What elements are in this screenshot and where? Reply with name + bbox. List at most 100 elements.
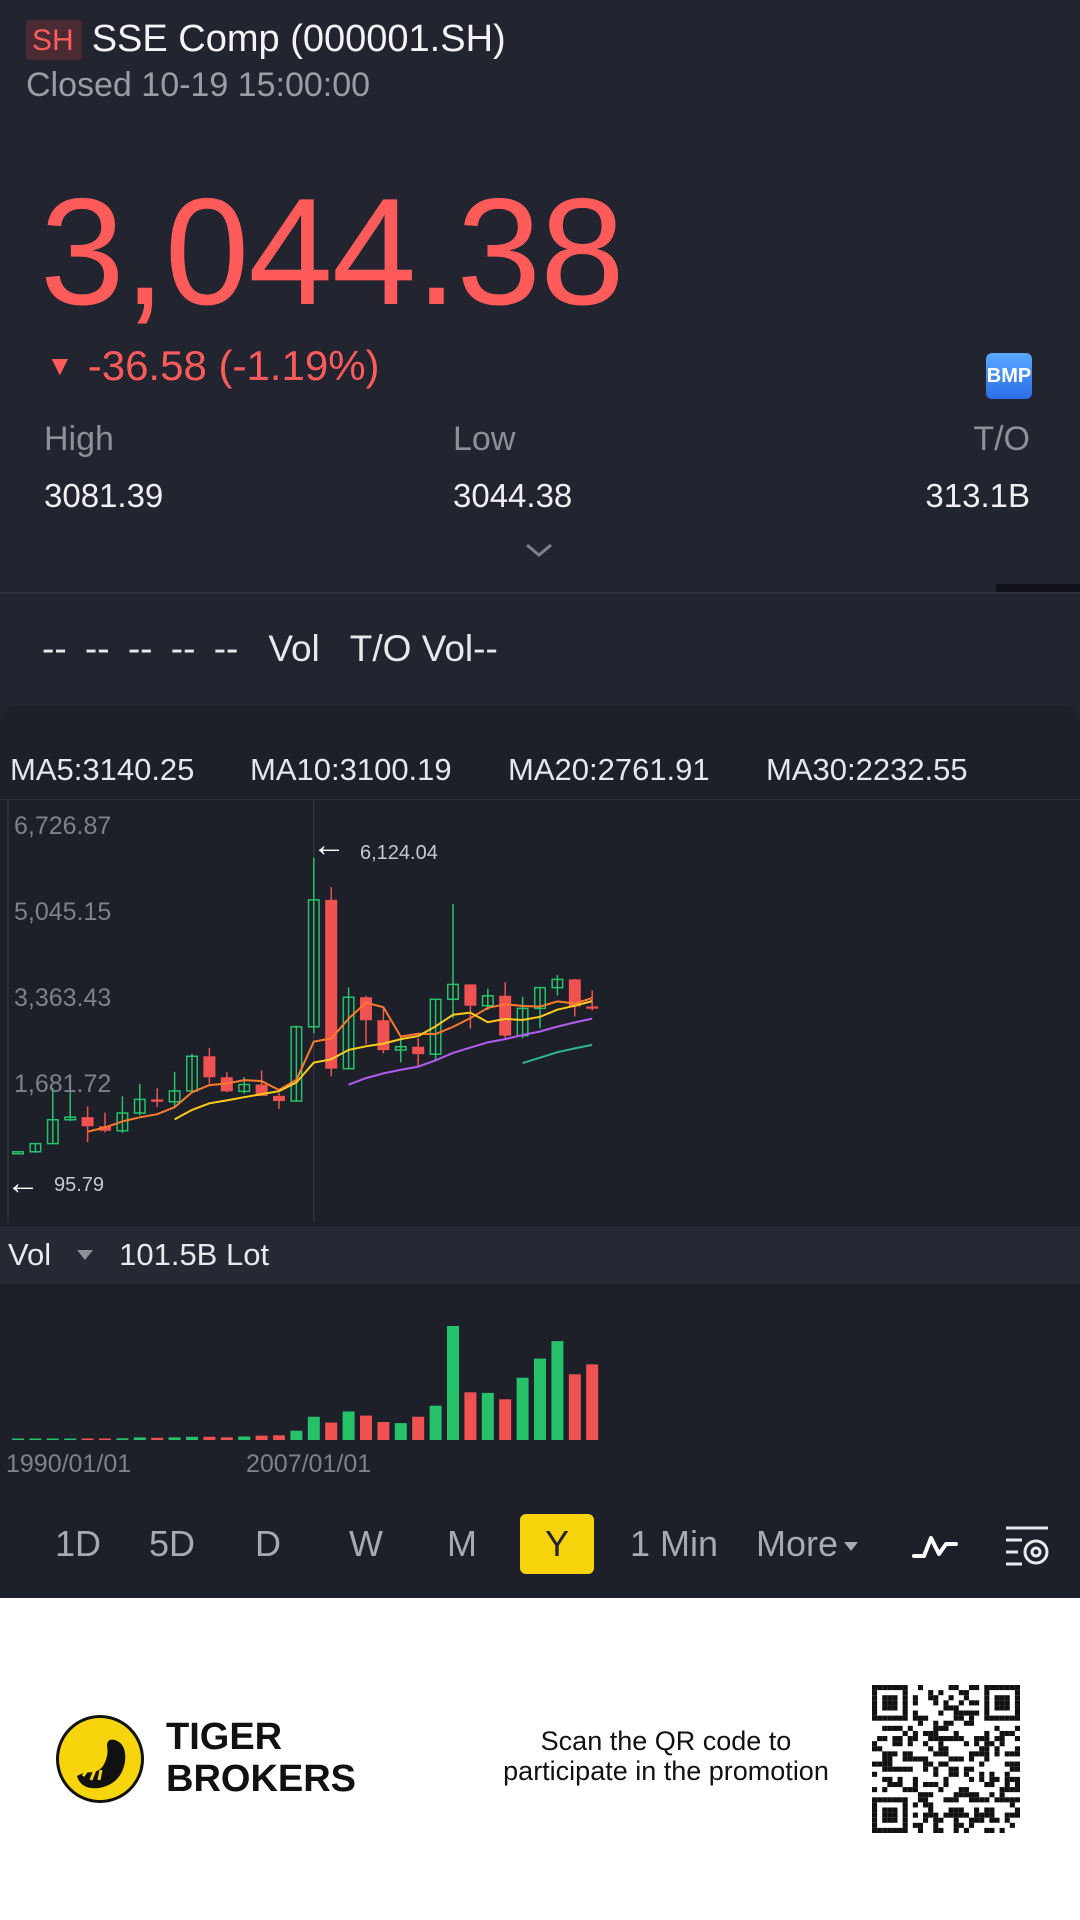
qr-module (892, 1725, 898, 1731)
timeframe-bar: 1D 5D D W M Y 1 Min More (0, 1504, 1080, 1574)
qr-module (943, 1797, 949, 1803)
qr-module (958, 1822, 964, 1828)
tab-1d[interactable]: 1D (52, 1514, 104, 1574)
to-vol-label[interactable]: T/O Vol-- (350, 628, 498, 670)
qr-module (974, 1792, 980, 1798)
qr-module (902, 1787, 908, 1793)
tab-1min[interactable]: 1 Min (624, 1514, 724, 1574)
qr-module (902, 1807, 908, 1813)
chevron-down-icon[interactable] (524, 540, 554, 560)
line-indicator-icon[interactable] (910, 1528, 960, 1564)
volume-amount: 101.5B Lot (119, 1237, 270, 1272)
tab-y[interactable]: Y (520, 1514, 594, 1574)
qr-module (994, 1797, 1000, 1803)
market-badge: SH (26, 19, 82, 60)
qr-module (882, 1685, 888, 1691)
qr-module (897, 1776, 903, 1782)
qr-module (938, 1736, 944, 1742)
qr-module (897, 1797, 903, 1803)
qr-module (928, 1812, 934, 1818)
candle-body (499, 995, 512, 1036)
qr-module (999, 1741, 1005, 1747)
qr-module (1004, 1695, 1010, 1701)
qr-module (979, 1746, 985, 1752)
qr-module (907, 1756, 913, 1762)
qr-module (902, 1715, 908, 1721)
qr-module (1004, 1817, 1010, 1823)
more-dropdown[interactable]: More (756, 1514, 868, 1574)
qr-module (1014, 1690, 1020, 1696)
qr-module (892, 1812, 898, 1818)
qr-module (912, 1812, 918, 1818)
qr-module (882, 1695, 888, 1701)
qr-module (892, 1736, 898, 1742)
x-tick-label: 2007/01/01 (246, 1450, 372, 1478)
more-label: More (756, 1523, 839, 1564)
qr-module (963, 1812, 969, 1818)
y-tick-label: 6,726.87 (14, 812, 112, 840)
qr-module (892, 1807, 898, 1813)
candle-body (273, 1095, 285, 1102)
qr-module (999, 1827, 1005, 1833)
qr-module (958, 1710, 964, 1716)
volume-bar (447, 1326, 459, 1440)
current-price: 3,044.38 (40, 167, 625, 337)
qr-module (953, 1736, 959, 1742)
qr-module (994, 1736, 1000, 1742)
qr-module (1014, 1761, 1020, 1767)
qr-module (912, 1736, 918, 1742)
vol-label[interactable]: Vol (268, 628, 319, 670)
qr-module (923, 1741, 929, 1747)
candle-body (586, 1006, 599, 1009)
candle-body (377, 1020, 390, 1051)
qr-module (953, 1730, 959, 1737)
tab-w[interactable]: W (346, 1514, 386, 1574)
volume-bar (46, 1438, 59, 1440)
qr-module (989, 1781, 995, 1788)
qr-module (1009, 1812, 1015, 1818)
candle-body (325, 899, 338, 1069)
tab-d[interactable]: D (252, 1514, 284, 1574)
tab-5d[interactable]: 5D (146, 1514, 198, 1574)
volume-bar (186, 1436, 198, 1440)
qr-module (984, 1705, 990, 1711)
volume-chart[interactable] (0, 1286, 1080, 1442)
qr-module (887, 1817, 893, 1823)
qr-module (933, 1730, 939, 1737)
qr-module (907, 1751, 913, 1757)
candle-body (412, 1046, 425, 1055)
candlestick-chart[interactable] (0, 800, 1080, 1226)
qr-module (948, 1736, 954, 1742)
qr-module (887, 1761, 893, 1767)
qr-module (948, 1685, 954, 1691)
qr-module (892, 1715, 898, 1721)
qr-module (917, 1822, 924, 1828)
qr-module (872, 1817, 878, 1823)
qr-module (958, 1690, 964, 1696)
volume-header[interactable]: Vol 101.5B Lot (0, 1226, 1080, 1284)
qr-module (994, 1700, 1000, 1706)
tab-m[interactable]: M (444, 1514, 480, 1574)
volume-bar (64, 1438, 77, 1440)
qr-module (953, 1792, 959, 1798)
qr-module (923, 1812, 929, 1818)
volume-bar (568, 1374, 581, 1440)
qr-module (872, 1812, 878, 1818)
bmp-badge[interactable]: BMP (986, 353, 1032, 399)
qr-module (1014, 1807, 1020, 1813)
qr-module (994, 1715, 1000, 1721)
qr-module (943, 1725, 949, 1731)
qr-module (902, 1705, 908, 1711)
qr-module (953, 1715, 959, 1721)
qr-module (999, 1797, 1005, 1803)
qr-module (974, 1807, 980, 1813)
candle-body (81, 1117, 94, 1127)
caret-down-icon[interactable] (77, 1250, 94, 1260)
qr-module (882, 1797, 888, 1803)
qr-module (902, 1797, 908, 1803)
qr-module (902, 1802, 908, 1808)
chart-settings-icon[interactable] (1004, 1524, 1052, 1568)
qr-module (938, 1817, 944, 1823)
qr-code-icon[interactable] (872, 1685, 1020, 1833)
qr-module (1014, 1715, 1020, 1721)
